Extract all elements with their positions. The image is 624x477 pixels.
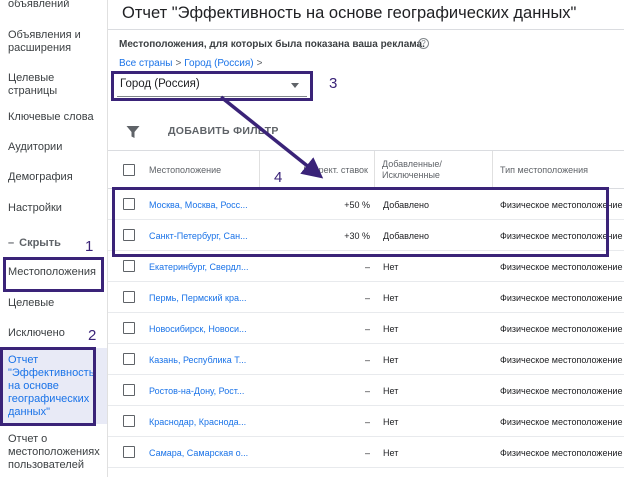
table-row[interactable]: Ростов-на-Дону, Рост... – Нет Физическое… bbox=[108, 375, 624, 406]
table-row[interactable]: Москва, Москва, Росс... +50 % Добавлено … bbox=[108, 189, 624, 220]
location-type: Физическое местоположение bbox=[500, 323, 623, 334]
add-filter-button[interactable]: ДОБАВИТЬ ФИЛЬТР bbox=[168, 125, 279, 137]
breadcrumb-separator: > bbox=[175, 58, 182, 69]
location-link[interactable]: Краснодар, Краснода... bbox=[149, 406, 255, 437]
bid-adjustment-value[interactable]: – bbox=[260, 282, 370, 313]
sidebar-item-locations[interactable]: Местоположения bbox=[0, 266, 107, 279]
location-link[interactable]: Москва, Москва, Росс... bbox=[149, 189, 255, 220]
location-type: Физическое местоположение bbox=[500, 354, 623, 365]
sidebar-item-targeted[interactable]: Целевые bbox=[0, 297, 107, 310]
location-type: Физическое местоположение bbox=[500, 385, 623, 396]
filter-icon[interactable] bbox=[126, 125, 140, 139]
bid-adjustment-value[interactable]: – bbox=[260, 313, 370, 344]
location-level-dropdown[interactable]: Город (Россия) bbox=[117, 75, 307, 97]
location-type: Физическое местоположение bbox=[500, 416, 623, 427]
breadcrumb-trailing-separator: > bbox=[256, 58, 263, 69]
table-row[interactable]: Самара, Самарская о... – Нет Физическое … bbox=[108, 437, 624, 468]
added-status: Добавлено bbox=[383, 199, 429, 210]
sidebar-item-landing-pages[interactable]: Целевые страницы bbox=[0, 72, 107, 98]
bid-adjustment-value[interactable]: +30 % bbox=[260, 220, 370, 251]
added-status: Нет bbox=[383, 385, 399, 396]
chevron-up-icon: – bbox=[8, 237, 15, 249]
main-content: Отчет "Эффективность на основе географич… bbox=[108, 0, 624, 477]
bid-adjustment-value[interactable]: – bbox=[260, 251, 370, 282]
table-row[interactable]: Пермь, Пермский кра... – Нет Физическое … bbox=[108, 282, 624, 313]
breadcrumb: Все страны > Город (Россия) > bbox=[119, 58, 265, 69]
row-checkbox[interactable] bbox=[123, 415, 135, 427]
bid-adjustment-value[interactable]: – bbox=[260, 344, 370, 375]
added-status: Нет bbox=[383, 447, 399, 458]
location-type: Физическое местоположение bbox=[500, 292, 623, 303]
table-row[interactable]: Казань, Республика Т... – Нет Физическое… bbox=[108, 344, 624, 375]
table-row[interactable]: Санкт-Петербург, Сан... +30 % Добавлено … bbox=[108, 220, 624, 251]
added-status: Нет bbox=[383, 416, 399, 427]
location-type: Физическое местоположение bbox=[500, 261, 623, 272]
annotation-number-4: 4 bbox=[274, 169, 283, 186]
annotation-number-3: 3 bbox=[329, 75, 338, 92]
location-link[interactable]: Екатеринбург, Свердл... bbox=[149, 251, 255, 282]
breadcrumb-all-countries[interactable]: Все страны bbox=[119, 58, 172, 69]
sidebar-item-audiences[interactable]: Аудитории bbox=[0, 141, 107, 154]
location-type: Физическое местоположение bbox=[500, 447, 623, 458]
location-link[interactable]: Самара, Самарская о... bbox=[149, 437, 255, 468]
dropdown-arrow-icon bbox=[291, 83, 299, 88]
sidebar-item-demographics[interactable]: Демография bbox=[0, 171, 107, 184]
table-row[interactable]: Новосибирск, Новоси... – Нет Физическое … bbox=[108, 313, 624, 344]
column-header-location[interactable]: Местоположение bbox=[149, 151, 259, 189]
table-header: Местоположение Коррект. ставок Добавленн… bbox=[108, 151, 624, 189]
bid-adjustment-value[interactable]: – bbox=[260, 437, 370, 468]
sidebar-item-settings[interactable]: Настройки bbox=[0, 202, 107, 215]
table-row[interactable]: Краснодар, Краснода... – Нет Физическое … bbox=[108, 406, 624, 437]
bid-adjustment-value[interactable]: – bbox=[260, 406, 370, 437]
annotation-number-2: 2 bbox=[88, 327, 97, 344]
sidebar-item-geo-report[interactable]: Отчет "Эффективность на основе географич… bbox=[0, 348, 107, 424]
page-title: Отчет "Эффективность на основе географич… bbox=[122, 4, 577, 22]
row-checkbox[interactable] bbox=[123, 384, 135, 396]
breadcrumb-city-russia[interactable]: Город (Россия) bbox=[184, 58, 253, 69]
added-status: Добавлено bbox=[383, 230, 429, 241]
annotation-number-1: 1 bbox=[85, 238, 94, 255]
help-icon[interactable]: ? bbox=[418, 38, 429, 49]
location-type: Физическое местоположение bbox=[500, 199, 623, 210]
column-header-added-excluded[interactable]: Добавленные/ Исключенные bbox=[382, 151, 462, 189]
select-all-checkbox[interactable] bbox=[123, 164, 135, 176]
location-link[interactable]: Ростов-на-Дону, Рост... bbox=[149, 375, 255, 406]
added-status: Нет bbox=[383, 261, 399, 272]
title-bar: Отчет "Эффективность на основе географич… bbox=[108, 0, 624, 30]
row-checkbox[interactable] bbox=[123, 229, 135, 241]
bid-adjustment-value[interactable]: +50 % bbox=[260, 189, 370, 220]
column-header-location-type[interactable]: Тип местоположения bbox=[500, 151, 620, 189]
added-status: Нет bbox=[383, 292, 399, 303]
sidebar-item-keywords[interactable]: Ключевые слова bbox=[0, 111, 107, 124]
row-checkbox[interactable] bbox=[123, 322, 135, 334]
added-status: Нет bbox=[383, 354, 399, 365]
location-link[interactable]: Пермь, Пермский кра... bbox=[149, 282, 255, 313]
added-status: Нет bbox=[383, 323, 399, 334]
filter-bar: ДОБАВИТЬ ФИЛЬТР bbox=[108, 113, 624, 151]
location-type: Физическое местоположение bbox=[500, 230, 623, 241]
row-checkbox[interactable] bbox=[123, 446, 135, 458]
sidebar-item-ads-extensions[interactable]: Объявления и расширения bbox=[0, 29, 107, 55]
sidebar-item-ads[interactable]: объявлений bbox=[0, 0, 107, 11]
sidebar-item-user-locations-report[interactable]: Отчет о местоположениях пользователей bbox=[0, 433, 107, 472]
row-checkbox[interactable] bbox=[123, 260, 135, 272]
location-link[interactable]: Казань, Республика Т... bbox=[149, 344, 255, 375]
bid-adjustment-value[interactable]: – bbox=[260, 375, 370, 406]
table-row[interactable]: Екатеринбург, Свердл... – Нет Физическое… bbox=[108, 251, 624, 282]
section-subtitle: Местоположения, для которых была показан… bbox=[119, 39, 425, 50]
row-checkbox[interactable] bbox=[123, 198, 135, 210]
row-checkbox[interactable] bbox=[123, 291, 135, 303]
dropdown-value: Город (Россия) bbox=[120, 78, 200, 90]
location-link[interactable]: Новосибирск, Новоси... bbox=[149, 313, 255, 344]
row-checkbox[interactable] bbox=[123, 353, 135, 365]
location-link[interactable]: Санкт-Петербург, Сан... bbox=[149, 220, 255, 251]
